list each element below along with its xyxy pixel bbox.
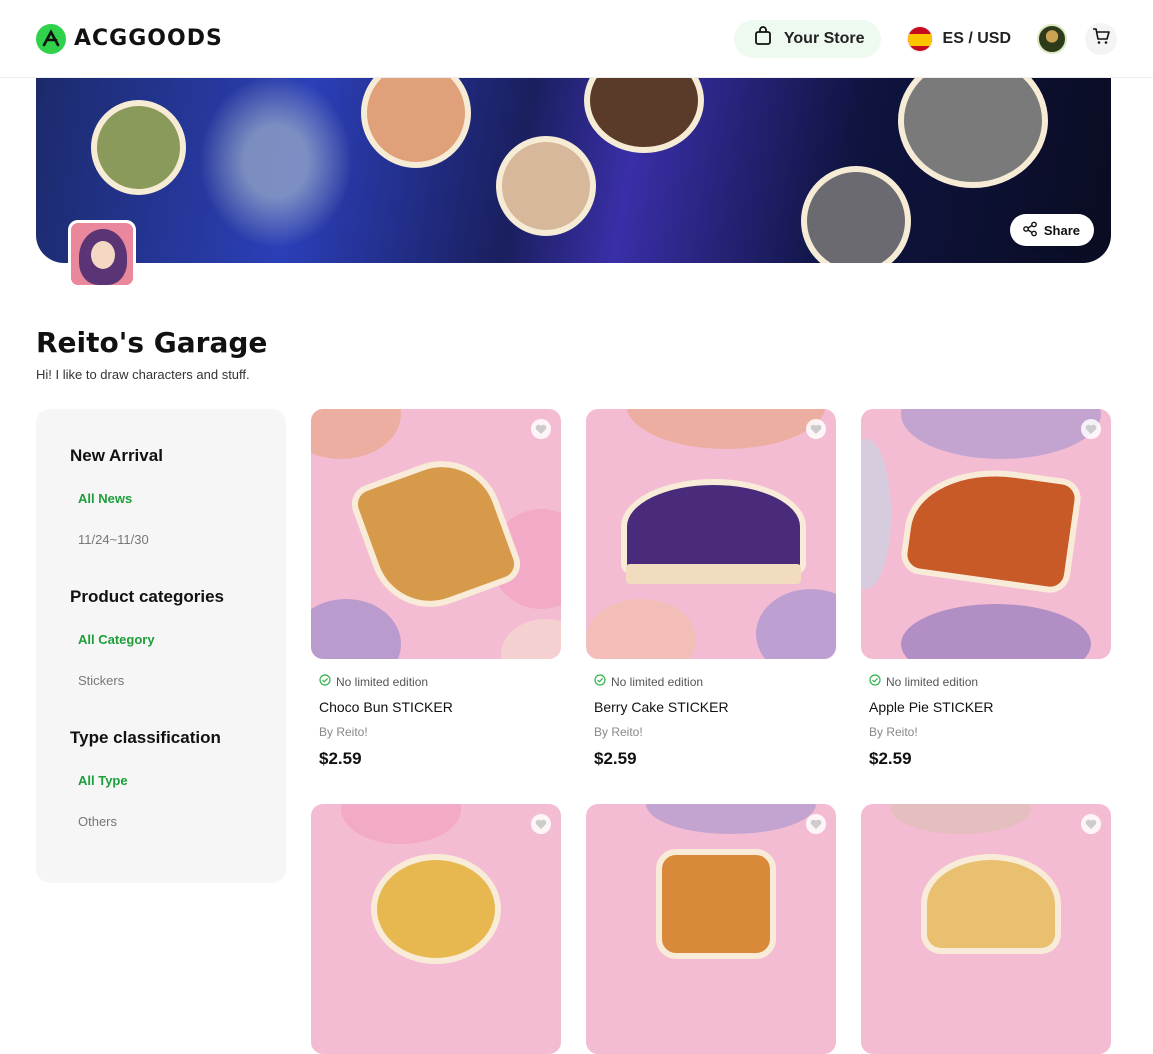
edition-label: No limited edition — [594, 674, 836, 689]
edition-text: No limited edition — [886, 674, 979, 689]
product-name[interactable]: Choco Bun STICKER — [319, 699, 561, 715]
banner-illustration — [186, 78, 366, 263]
store-description: Hi! I like to draw characters and stuff. — [36, 367, 250, 382]
cart-icon — [1092, 27, 1110, 50]
site-logo[interactable]: ACGGOODS — [36, 23, 223, 54]
share-icon — [1022, 221, 1038, 240]
logo-icon — [36, 23, 66, 54]
filter-item-stickers[interactable]: Stickers — [70, 660, 286, 701]
banner-sticker — [361, 78, 471, 168]
product-card — [311, 804, 561, 1054]
banner-sticker — [898, 78, 1048, 188]
filter-item-others[interactable]: Others — [70, 801, 286, 842]
check-circle-icon — [869, 674, 881, 689]
share-button[interactable]: Share — [1009, 214, 1094, 246]
favorite-button[interactable] — [531, 419, 551, 439]
shopping-bag-icon — [754, 26, 772, 51]
spain-flag-icon — [906, 25, 933, 52]
top-header: ACGGOODS Your Store ES / USD — [0, 0, 1153, 78]
product-image[interactable] — [311, 804, 561, 1054]
product-card: No limited edition Berry Cake STICKER By… — [586, 409, 836, 769]
filter-heading: Product categories — [70, 587, 224, 606]
product-price: $2.59 — [319, 749, 362, 768]
favorite-button[interactable] — [531, 814, 551, 834]
store-title: Reito's Garage — [36, 326, 268, 359]
user-avatar[interactable] — [1037, 23, 1067, 54]
banner-sticker — [91, 100, 186, 195]
product-name[interactable]: Apple Pie STICKER — [869, 699, 1111, 715]
check-circle-icon — [319, 674, 331, 689]
filter-group-new-arrival: New Arrival All News 11/24~11/30 — [70, 444, 286, 560]
share-label: Share — [1043, 222, 1080, 238]
product-price: $2.59 — [869, 749, 912, 768]
product-image[interactable] — [861, 804, 1111, 1054]
filter-item-date-range[interactable]: 11/24~11/30 — [70, 519, 286, 560]
store-avatar — [68, 220, 136, 288]
product-image[interactable] — [586, 409, 836, 659]
product-card — [586, 804, 836, 1054]
banner-sticker — [801, 166, 911, 263]
product-card: No limited edition Choco Bun STICKER By … — [311, 409, 561, 769]
store-banner: Share — [36, 78, 1111, 263]
locale-label: ES / USD — [942, 29, 1011, 47]
filter-item-all-news[interactable]: All News — [70, 478, 286, 519]
cart-button[interactable] — [1085, 22, 1117, 55]
your-store-button[interactable]: Your Store — [733, 19, 881, 58]
logo-text: ACGGOODS — [74, 26, 223, 51]
product-image[interactable] — [861, 409, 1111, 659]
product-name[interactable]: Berry Cake STICKER — [594, 699, 836, 715]
edition-text: No limited edition — [611, 674, 704, 689]
product-price: $2.59 — [594, 749, 637, 768]
locale-selector[interactable]: ES / USD — [899, 25, 1019, 52]
filter-group-product-categories: Product categories All Category Stickers — [70, 585, 286, 701]
product-author: By Reito! — [594, 725, 643, 739]
banner-sticker — [584, 78, 704, 153]
product-image[interactable] — [586, 804, 836, 1054]
product-card: No limited edition Apple Pie STICKER By … — [861, 409, 1111, 769]
favorite-button[interactable] — [1081, 814, 1101, 834]
favorite-button[interactable] — [806, 419, 826, 439]
edition-text: No limited edition — [336, 674, 429, 689]
filter-heading: Type classification — [70, 728, 221, 747]
favorite-button[interactable] — [1081, 419, 1101, 439]
product-image[interactable] — [311, 409, 561, 659]
your-store-label: Your Store — [783, 29, 865, 47]
product-author: By Reito! — [869, 725, 918, 739]
filter-item-all-type[interactable]: All Type — [70, 760, 286, 801]
banner-sticker — [496, 136, 596, 236]
check-circle-icon — [594, 674, 606, 689]
edition-label: No limited edition — [869, 674, 1111, 689]
favorite-button[interactable] — [806, 814, 826, 834]
filter-item-all-category[interactable]: All Category — [70, 619, 286, 660]
product-card — [861, 804, 1111, 1054]
filter-group-type-classification: Type classification All Type Others — [70, 726, 286, 842]
edition-label: No limited edition — [319, 674, 561, 689]
filter-heading: New Arrival — [70, 446, 163, 465]
filter-sidebar: New Arrival All News 11/24~11/30 Product… — [36, 409, 286, 883]
product-author: By Reito! — [319, 725, 368, 739]
